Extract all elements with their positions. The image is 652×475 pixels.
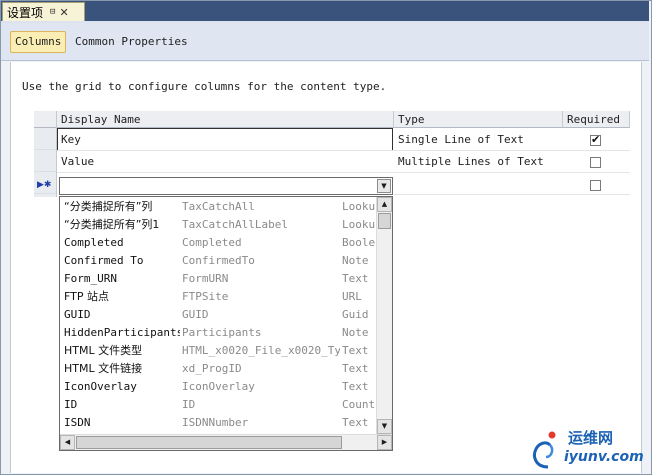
item-internal-name: GUID bbox=[182, 308, 209, 321]
scroll-down-icon[interactable]: ▼ bbox=[377, 419, 392, 434]
list-item[interactable]: “分类捕捉所有”列1 TaxCatchAllLabel Looku bbox=[60, 216, 376, 234]
grid-description: Use the grid to configure columns for th… bbox=[22, 80, 387, 93]
item-internal-name: ConfirmedTo bbox=[182, 254, 255, 267]
list-item[interactable]: IconOverlay IconOverlay Text bbox=[60, 378, 376, 396]
new-row-type-cell[interactable] bbox=[394, 173, 563, 195]
item-display-name: GUID bbox=[64, 308, 91, 321]
document-tab[interactable]: 设置项 ⊟ ✕ bbox=[2, 2, 85, 21]
list-item[interactable]: ISDN ISDNNumber Text bbox=[60, 414, 376, 432]
chevron-down-icon[interactable]: ▼ bbox=[377, 179, 391, 193]
item-internal-name: HTML_x0020_File_x0020_Type bbox=[182, 344, 340, 357]
item-type: Looku bbox=[342, 200, 376, 213]
grid-corner bbox=[34, 111, 56, 128]
required-checkbox[interactable] bbox=[590, 180, 601, 191]
item-internal-name: FTPSite bbox=[182, 290, 229, 303]
vertical-scrollbar[interactable]: ▲ ▼ bbox=[376, 197, 392, 434]
item-type: Guid bbox=[342, 308, 369, 321]
item-display-name: Completed bbox=[64, 236, 124, 249]
check-icon: ✔ bbox=[591, 133, 601, 146]
pin-icon[interactable]: ⊟ bbox=[50, 7, 55, 17]
item-type: Looku bbox=[342, 218, 376, 231]
document-tab-strip: 设置项 ⊟ ✕ bbox=[1, 1, 649, 23]
row-name-cell[interactable]: Key bbox=[57, 129, 394, 151]
item-type: Text bbox=[342, 380, 369, 393]
watermark-title: 运维网 bbox=[568, 429, 614, 447]
item-type: Text bbox=[342, 272, 369, 285]
list-item[interactable]: “分类捕捉所有”列 TaxCatchAll Looku bbox=[60, 198, 376, 216]
vertical-scroll-thumb[interactable] bbox=[378, 213, 391, 229]
required-checkbox[interactable] bbox=[590, 157, 601, 168]
item-display-name: HTML 文件链接 bbox=[64, 362, 143, 375]
item-type: Count bbox=[342, 398, 376, 411]
new-row-indicator-icon: ▶✱ bbox=[37, 180, 52, 190]
watermark-logo: 运维网 iyunv.com bbox=[528, 425, 646, 471]
list-item[interactable]: Form_URN FormURN Text bbox=[60, 270, 376, 288]
list-item[interactable]: HiddenParticipants Participants Note bbox=[60, 324, 376, 342]
swirl-logo-icon bbox=[533, 431, 556, 469]
item-display-name: HiddenParticipants bbox=[64, 326, 180, 339]
scroll-left-icon[interactable]: ◀ bbox=[60, 435, 75, 450]
item-type: Text bbox=[342, 416, 369, 429]
column-header-display-name[interactable]: Display Name bbox=[57, 111, 394, 128]
row-header[interactable] bbox=[34, 128, 56, 150]
item-internal-name: TaxCatchAllLabel bbox=[182, 218, 288, 231]
required-checkbox[interactable]: ✔ bbox=[590, 133, 601, 146]
item-internal-name: ISDNNumber bbox=[182, 416, 249, 429]
scroll-right-icon[interactable]: ▶ bbox=[377, 435, 392, 450]
item-display-name: ID bbox=[64, 398, 78, 411]
column-header-required[interactable]: Required bbox=[563, 111, 630, 128]
list-item[interactable]: HTML 文件链接 xd_ProgID Text bbox=[60, 360, 376, 378]
tab-columns[interactable]: Columns bbox=[10, 31, 67, 53]
site-column-dropdown-list[interactable]: “分类捕捉所有”列 TaxCatchAll Looku “分类捕捉所有”列1 T… bbox=[59, 196, 393, 451]
list-item[interactable]: Confirmed To ConfirmedTo Note bbox=[60, 252, 376, 270]
item-type: URL bbox=[342, 290, 362, 303]
item-display-name: “分类捕捉所有”列1 bbox=[64, 218, 160, 231]
item-type: Text bbox=[342, 344, 369, 357]
list-item[interactable]: HTML 文件类型 HTML_x0020_File_x0020_Type Tex… bbox=[60, 342, 376, 360]
horizontal-scrollbar[interactable]: ◀ ▶ bbox=[60, 434, 392, 450]
item-internal-name: TaxCatchAll bbox=[182, 200, 255, 213]
subtab-bar: Columns Common Properties bbox=[1, 23, 649, 61]
item-display-name: Confirmed To bbox=[64, 254, 144, 267]
list-item[interactable]: GUID GUID Guid bbox=[60, 306, 376, 324]
watermark-domain: iyunv.com bbox=[564, 449, 644, 465]
document-tab-title: 设置项 bbox=[7, 5, 44, 20]
item-internal-name: Completed bbox=[182, 236, 242, 249]
item-internal-name: xd_ProgID bbox=[182, 362, 242, 375]
display-name-combobox[interactable]: ▼ bbox=[59, 177, 393, 195]
horizontal-scroll-thumb[interactable] bbox=[76, 436, 342, 449]
row-type-cell[interactable]: Multiple Lines of Text bbox=[394, 151, 563, 173]
item-type: Text bbox=[342, 362, 369, 375]
row-type-cell[interactable]: Single Line of Text bbox=[394, 129, 563, 151]
item-display-name: IconOverlay bbox=[64, 380, 137, 393]
item-display-name: FTP 站点 bbox=[64, 290, 109, 303]
row-header[interactable] bbox=[34, 150, 56, 172]
item-display-name: HTML 文件类型 bbox=[64, 344, 143, 357]
item-display-name: “分类捕捉所有”列 bbox=[64, 200, 153, 213]
item-display-name: Form_URN bbox=[64, 272, 117, 285]
item-internal-name: ID bbox=[182, 398, 196, 411]
row-name-cell[interactable]: Value bbox=[57, 151, 394, 173]
scroll-up-icon[interactable]: ▲ bbox=[377, 197, 392, 212]
item-internal-name: Participants bbox=[182, 326, 262, 339]
item-type: Note bbox=[342, 326, 369, 339]
column-header-type[interactable]: Type bbox=[394, 111, 563, 128]
item-type: Boole bbox=[342, 236, 376, 249]
list-item[interactable]: Completed Completed Boole bbox=[60, 234, 376, 252]
list-item[interactable]: FTP 站点 FTPSite URL bbox=[60, 288, 376, 306]
item-internal-name: FormURN bbox=[182, 272, 229, 285]
item-internal-name: IconOverlay bbox=[182, 380, 255, 393]
list-item[interactable]: ID ID Count bbox=[60, 396, 376, 414]
item-type: Note bbox=[342, 254, 369, 267]
tab-common-properties[interactable]: Common Properties bbox=[70, 31, 193, 53]
item-display-name: ISDN bbox=[64, 416, 91, 429]
close-icon[interactable]: ✕ bbox=[59, 6, 68, 19]
